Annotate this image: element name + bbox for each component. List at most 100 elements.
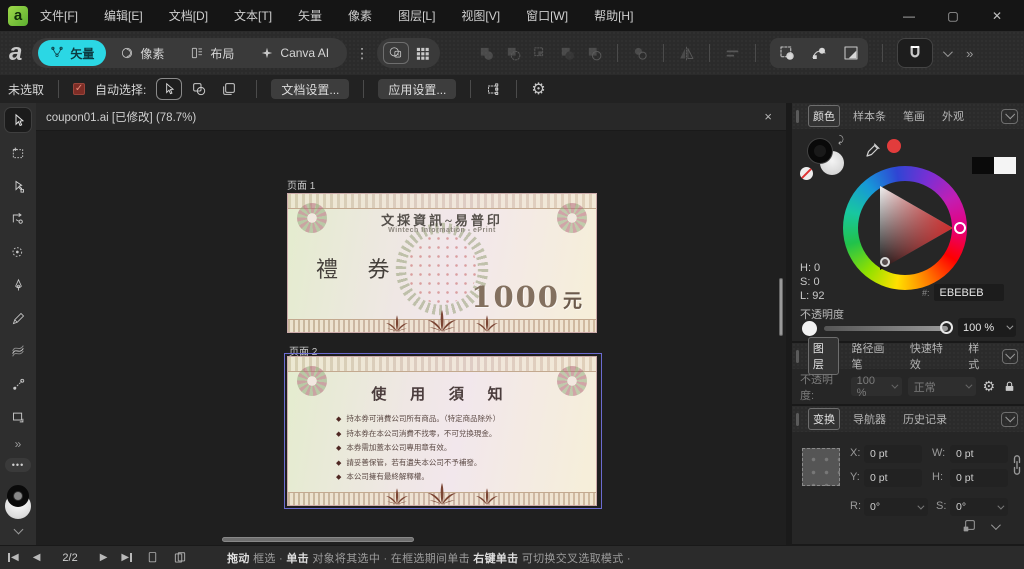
panel-drag-handle[interactable] [796, 349, 799, 363]
coupon-page-1[interactable]: 文採資訊~易普印 Wintech Information - ePrint 禮 … [287, 193, 597, 333]
rectangle-tool[interactable] [4, 404, 32, 430]
shade-selector[interactable] [880, 257, 890, 267]
menu-view[interactable]: 视图[V] [461, 7, 500, 24]
panel-menu-chevron-icon[interactable] [1001, 411, 1018, 427]
color-selector-widget[interactable] [3, 485, 33, 519]
tab-swatches[interactable]: 样本条 [849, 106, 890, 126]
opacity-swatch[interactable] [802, 321, 817, 336]
tab-styles[interactable]: 样式 [964, 338, 993, 374]
select-shape-mode-button[interactable] [186, 78, 212, 100]
menu-vector[interactable]: 矢量 [298, 7, 322, 24]
panel-drag-handle[interactable] [796, 412, 799, 426]
persona-vector[interactable]: 矢量 [38, 40, 107, 66]
tab-close-icon[interactable]: × [764, 109, 776, 124]
persona-canva-ai[interactable]: Canva AI [248, 40, 341, 66]
no-color-swatch[interactable] [800, 167, 813, 180]
menu-help[interactable]: 帮助[H] [594, 7, 633, 24]
persona-overflow-menu[interactable]: ⋮ [355, 45, 369, 62]
menu-file[interactable]: 文件[F] [40, 7, 78, 24]
artboard-grid-icon[interactable] [485, 81, 502, 98]
minimize-button[interactable]: — [898, 9, 920, 23]
opacity-slider-handle[interactable] [940, 321, 953, 334]
hex-input[interactable]: EBEBEB [933, 284, 1004, 301]
blend-mode-dropdown[interactable]: 正常 [907, 377, 977, 396]
lock-icon[interactable] [1003, 380, 1016, 393]
tab-path-brushes[interactable]: 路径画笔 [848, 338, 897, 374]
menu-document[interactable]: 文档[D] [169, 7, 208, 24]
maximize-button[interactable]: ▢ [942, 9, 964, 23]
pencil-tool[interactable] [4, 305, 32, 331]
layer-fx-gear-icon[interactable]: ⚙ [982, 378, 995, 395]
anchor-point-selector[interactable] [802, 448, 840, 486]
tab-navigator[interactable]: 导航器 [849, 409, 890, 429]
horizontal-scrollbar[interactable] [222, 537, 414, 542]
app-settings-button[interactable]: 应用设置... [378, 79, 457, 99]
previous-page-button[interactable]: ◀ [33, 552, 41, 563]
grid-apps-icon[interactable] [411, 46, 434, 61]
opacity-slider[interactable] [824, 326, 948, 331]
menu-window[interactable]: 窗口[W] [526, 7, 568, 24]
crop-frame-icon[interactable] [842, 44, 860, 62]
tab-appearance[interactable]: 外观 [938, 106, 968, 126]
black-swatch[interactable] [972, 157, 994, 174]
menu-pixel[interactable]: 像素 [348, 7, 372, 24]
vertical-scrollbar[interactable] [779, 278, 783, 336]
fill-color-swatch[interactable] [808, 139, 832, 163]
panel-menu-chevron-icon[interactable] [1001, 108, 1018, 124]
close-button[interactable]: ✕ [986, 9, 1008, 23]
tab-color[interactable]: 颜色 [808, 105, 840, 127]
tab-stroke[interactable]: 笔画 [899, 106, 929, 126]
panel-menu-chevron-icon[interactable] [1001, 348, 1018, 364]
rotation-dropdown[interactable]: 0° [864, 498, 928, 516]
artboard-tool[interactable] [4, 140, 32, 166]
single-page-icon[interactable] [146, 551, 159, 564]
more-tools-chevron-icon[interactable]: » [15, 437, 22, 451]
contour-tool[interactable] [4, 206, 32, 232]
last-page-button[interactable]: ▶ [121, 552, 133, 563]
menu-layer[interactable]: 图层[L] [398, 7, 435, 24]
transform-mode-icon[interactable] [778, 44, 796, 62]
document-tab[interactable]: coupon01.ai [已修改] (78.7%) [46, 109, 196, 125]
tab-layers[interactable]: 图层 [807, 337, 839, 375]
gear-icon[interactable]: ⚙ [531, 79, 545, 99]
selection-brush-tool[interactable] [4, 239, 32, 265]
h-input[interactable]: 0 pt [950, 469, 1008, 487]
vector-brush-tool[interactable] [4, 338, 32, 364]
bw-swatch-pair[interactable] [972, 157, 1016, 174]
w-input[interactable]: 0 pt [950, 445, 1008, 463]
move-tool[interactable] [4, 107, 32, 133]
link-dimensions-icon[interactable] [1012, 454, 1022, 476]
stroke-swatch[interactable] [7, 485, 29, 507]
layer-opacity-dropdown[interactable]: 100 % [850, 375, 902, 399]
canvas[interactable]: 页面 1 文採資訊~易普印 Wintech Information - ePri… [36, 131, 786, 545]
y-input[interactable]: 0 pt [864, 469, 922, 487]
opacity-value-dropdown[interactable]: 100 % [958, 318, 1016, 337]
panel-drag-handle[interactable] [796, 109, 799, 123]
toolbar-overflow-icon[interactable]: » [966, 46, 973, 61]
text-frame-icon[interactable]: A [383, 42, 410, 64]
select-group-mode-button[interactable] [216, 78, 242, 100]
pen-tool[interactable] [4, 272, 32, 298]
x-input[interactable]: 0 pt [864, 445, 922, 463]
menu-text[interactable]: 文本[T] [234, 7, 272, 24]
more-tools-button[interactable]: ••• [5, 458, 31, 472]
node-transform-icon[interactable] [810, 44, 828, 62]
select-object-mode-button[interactable] [156, 78, 183, 100]
persona-pixel[interactable]: 像素 [108, 40, 176, 66]
gradient-tool[interactable] [4, 371, 32, 397]
facing-pages-icon[interactable] [173, 551, 187, 565]
page1-label[interactable]: 页面 1 [287, 177, 315, 192]
snapping-button[interactable] [897, 38, 934, 68]
tab-quick-fx[interactable]: 快速特效 [906, 338, 955, 374]
swap-colors-icon[interactable]: ⤸ [838, 135, 844, 146]
shear-dropdown[interactable]: 0° [950, 498, 1008, 516]
hue-selector[interactable] [954, 222, 966, 234]
coupon-page-2[interactable]: 使 用 須 知 ◆ 持本券可消費公司所有商品。（特定商品除外） ◆ 持本券在本公司消… [287, 356, 597, 506]
eyedropper-icon[interactable] [864, 141, 882, 159]
first-page-button[interactable]: ◀ [8, 552, 19, 563]
chevron-down-icon[interactable] [990, 519, 1001, 530]
next-page-button[interactable]: ▶ [100, 552, 108, 563]
document-settings-button[interactable]: 文档设置... [271, 79, 350, 99]
transform-origin-icon[interactable] [961, 518, 977, 534]
menu-edit[interactable]: 编辑[E] [104, 7, 143, 24]
